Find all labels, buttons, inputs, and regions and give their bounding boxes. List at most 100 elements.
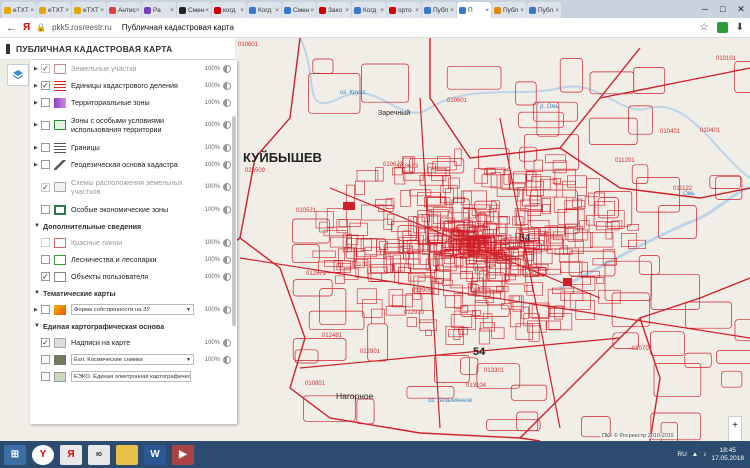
taskbar-word-icon[interactable]: W	[144, 444, 166, 465]
volume-icon[interactable]: ♪	[703, 451, 706, 458]
bookmark-star-icon[interactable]: ☆	[700, 22, 709, 33]
layer-checkbox[interactable]	[41, 205, 50, 214]
browser-tab[interactable]: eTXT ×	[2, 2, 36, 18]
opacity-icon[interactable]	[223, 98, 231, 107]
layer-checkbox[interactable]	[41, 143, 50, 152]
browser-tab[interactable]: Антис ×	[107, 2, 141, 18]
tab-close-icon[interactable]: ×	[205, 7, 209, 14]
layer-checkbox[interactable]	[41, 255, 50, 264]
tab-close-icon[interactable]: ×	[520, 7, 524, 14]
yandex-logo[interactable]: Я	[23, 22, 30, 33]
opacity-icon[interactable]	[223, 64, 231, 73]
opacity-icon[interactable]	[223, 160, 231, 169]
tab-close-icon[interactable]: ×	[485, 7, 489, 14]
browser-tab[interactable]: Публ ×	[492, 2, 526, 18]
section-extra[interactable]: ▼ Дополнительные сведения	[30, 218, 237, 234]
layer-checkbox[interactable]: ✓	[41, 338, 50, 347]
opacity-icon[interactable]	[223, 143, 231, 152]
tab-close-icon[interactable]: ×	[65, 7, 69, 14]
browser-tab[interactable]: Когд ×	[352, 2, 386, 18]
tab-close-icon[interactable]: ×	[450, 7, 454, 14]
tab-close-icon[interactable]: ×	[170, 7, 174, 14]
basemap-eeko-select[interactable]: ЕЭКО. Единая электронная картографичес▼	[71, 371, 191, 382]
basemap-select[interactable]: Esri. Космические снимки ▼	[71, 354, 194, 365]
opacity-icon[interactable]	[223, 183, 231, 191]
section-thematic[interactable]: ▼ Тематические карты	[30, 285, 237, 301]
expand-arrow-icon[interactable]: ▶	[34, 307, 41, 313]
taskbar-explorer-icon[interactable]	[116, 444, 138, 465]
opacity-icon[interactable]	[223, 121, 231, 129]
tab-close-icon[interactable]: ×	[100, 7, 104, 14]
panel-scrollbar[interactable]	[232, 116, 236, 326]
tab-favicon-icon	[179, 6, 186, 14]
tab-close-icon[interactable]: ×	[345, 7, 349, 14]
tab-close-icon[interactable]: ×	[415, 7, 419, 14]
tab-close-icon[interactable]: ×	[136, 7, 140, 14]
maximize-icon[interactable]: □	[714, 0, 732, 18]
tab-close-icon[interactable]: ×	[380, 7, 384, 14]
layer-checkbox[interactable]: ✓	[41, 81, 50, 90]
zoom-out-button[interactable]: −	[729, 434, 741, 441]
layer-checkbox[interactable]	[41, 120, 50, 130]
section-basemap[interactable]: ▼ Единая картографическая основа	[30, 318, 237, 334]
browser-tab[interactable]: когд ×	[212, 2, 246, 18]
layer-checkbox[interactable]	[41, 160, 50, 169]
clock[interactable]: 18:45 17.05.2018	[711, 447, 744, 463]
browser-tab[interactable]: eTXT ×	[37, 2, 71, 18]
network-icon[interactable]: ▲	[692, 451, 698, 458]
tab-close-icon[interactable]: ×	[555, 7, 559, 14]
minimize-icon[interactable]: ─	[696, 0, 714, 18]
taskbar-yandex-browser-icon[interactable]: Я	[60, 444, 82, 465]
browser-tab[interactable]: Публ ×	[422, 2, 456, 18]
layer-checkbox[interactable]	[41, 238, 50, 247]
expand-arrow-icon[interactable]: ▶	[34, 145, 41, 151]
browser-tab[interactable]: Когд ×	[247, 2, 281, 18]
browser-tab[interactable]: орто ×	[387, 2, 421, 18]
url-text[interactable]: pkk5.rosreestr.ru	[52, 23, 112, 32]
opacity-icon[interactable]	[223, 255, 231, 264]
expand-arrow-icon[interactable]: ▶	[34, 66, 41, 72]
opacity-icon[interactable]	[223, 272, 231, 281]
start-button[interactable]: ⊞	[4, 444, 26, 465]
browser-tab[interactable]: Смен ×	[177, 2, 211, 18]
close-window-icon[interactable]: ✕	[732, 0, 750, 18]
layer-checkbox[interactable]: ✓	[41, 182, 50, 192]
download-icon[interactable]: ⬇	[736, 22, 744, 33]
browser-tab[interactable]: Зако ×	[317, 2, 351, 18]
opacity-icon[interactable]	[223, 355, 231, 364]
opacity-icon[interactable]	[223, 338, 231, 347]
extension-icon[interactable]	[716, 22, 728, 33]
taskbar-media-icon[interactable]: ▶	[172, 444, 194, 465]
expand-arrow-icon[interactable]: ▶	[34, 162, 41, 168]
layer-checkbox[interactable]	[41, 98, 50, 107]
layer-checkbox[interactable]: ✓	[41, 64, 50, 73]
layer-checkbox[interactable]: ✓	[41, 272, 50, 281]
opacity-icon[interactable]	[223, 238, 231, 247]
back-arrow-icon[interactable]: ←	[6, 22, 17, 34]
browser-tab[interactable]: П ×	[457, 2, 491, 18]
browser-tab[interactable]: Смен ×	[282, 2, 316, 18]
taskbar-app-icon[interactable]: ю	[88, 444, 110, 465]
opacity-icon[interactable]	[223, 205, 231, 214]
expand-arrow-icon[interactable]: ▶	[34, 100, 41, 106]
language-indicator[interactable]: RU	[677, 451, 686, 458]
layer-checkbox[interactable]	[41, 355, 50, 364]
zoom-control[interactable]: + −	[728, 416, 742, 441]
opacity-icon[interactable]	[223, 305, 231, 314]
expand-arrow-icon[interactable]: ▶	[34, 122, 41, 128]
tab-close-icon[interactable]: ×	[30, 7, 34, 14]
layer-checkbox[interactable]	[41, 372, 50, 381]
tab-close-icon[interactable]: ×	[240, 7, 244, 14]
layer-checkbox[interactable]	[41, 305, 50, 314]
zoom-in-button[interactable]: +	[729, 417, 741, 434]
opacity-icon[interactable]	[223, 81, 231, 90]
thematic-select[interactable]: Форма собственности на ЗУ ▼	[71, 304, 194, 315]
expand-arrow-icon[interactable]: ▶	[34, 83, 41, 89]
browser-tab[interactable]: eTXT ×	[72, 2, 106, 18]
layers-toggle-button[interactable]	[7, 64, 29, 86]
browser-tab[interactable]: Ра ×	[142, 2, 176, 18]
tab-close-icon[interactable]: ×	[275, 7, 279, 14]
taskbar-yandex-icon[interactable]: Y	[32, 444, 54, 465]
tab-close-icon[interactable]: ×	[310, 7, 314, 14]
browser-tab[interactable]: Публ ×	[527, 2, 561, 18]
